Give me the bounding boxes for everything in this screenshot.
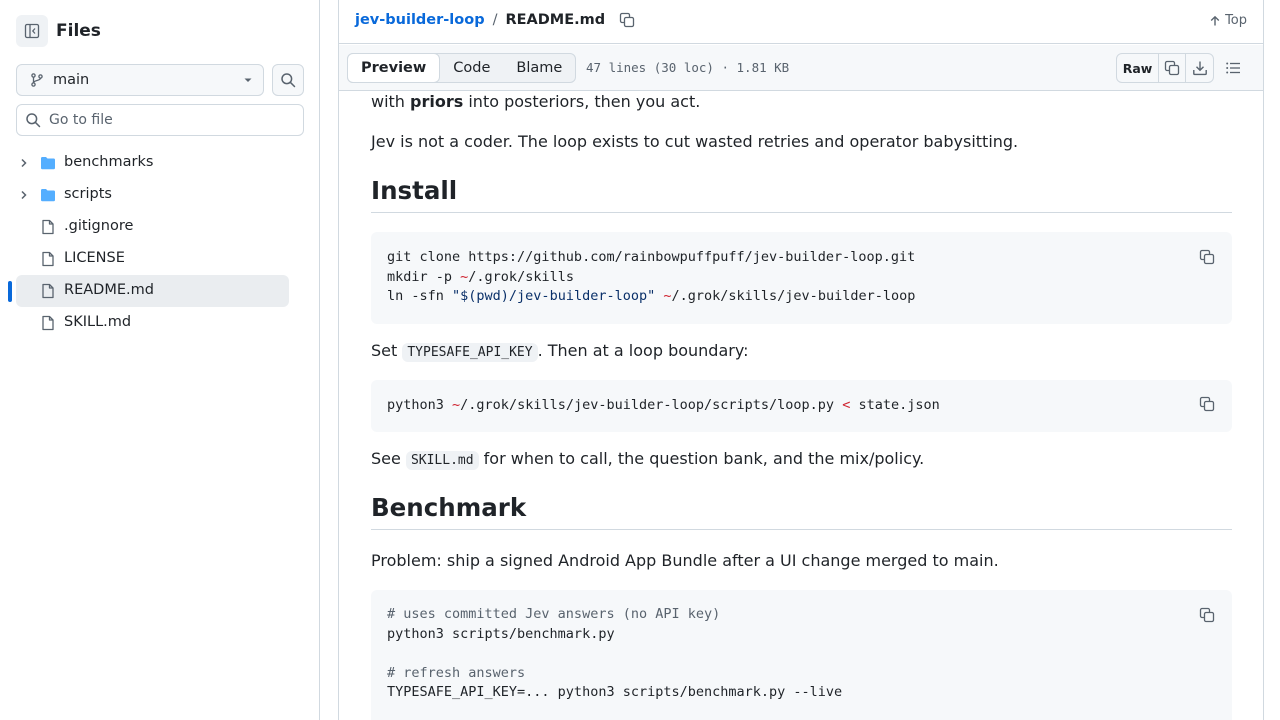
view-mode-switcher: Preview Code Blame — [347, 52, 577, 83]
git-branch-icon — [31, 73, 43, 87]
file-icon — [42, 315, 54, 331]
file-path-header: jev-builder-loop / README.md Top — [339, 0, 1263, 44]
paragraph: See SKILL.md for when to call, the quest… — [371, 449, 925, 470]
heading-install: Install — [371, 176, 1232, 213]
folder-icon — [41, 189, 55, 202]
folder-icon — [41, 157, 55, 170]
tree-item-label: LICENSE — [64, 250, 125, 266]
copy-icon — [1199, 607, 1215, 623]
current-file-name: README.md — [505, 12, 606, 28]
tree-item-label: scripts — [64, 186, 112, 202]
caret-down-icon — [244, 78, 252, 82]
collapse-sidebar-button[interactable] — [16, 15, 48, 47]
download-button[interactable] — [1186, 54, 1213, 82]
tab-blame[interactable]: Blame — [503, 54, 575, 82]
outline-button[interactable] — [1219, 57, 1247, 79]
tree-item-gitignore[interactable]: .gitignore — [0, 211, 320, 243]
file-tree-sidebar: Files main benchmarks scripts .gitignore… — [0, 0, 320, 720]
search-icon — [281, 73, 296, 88]
chevron-right-icon[interactable] — [18, 189, 30, 201]
sidebar-header: Files — [16, 15, 101, 47]
copy-icon — [1199, 396, 1215, 412]
go-to-file-input[interactable] — [49, 112, 289, 128]
file-actions: Raw — [1116, 53, 1214, 83]
scroll-to-top-button[interactable]: Top — [1209, 13, 1247, 28]
sidebar-title: Files — [56, 21, 101, 41]
tree-item-label: README.md — [64, 282, 154, 298]
go-to-file-field[interactable] — [16, 104, 304, 136]
file-toolbar: Preview Code Blame 47 lines (30 loc) · 1… — [339, 45, 1263, 91]
selected-indicator — [8, 281, 12, 302]
code-text: python3 ~/.grok/skills/jev-builder-loop/… — [387, 397, 940, 413]
branch-selector[interactable]: main — [16, 64, 264, 96]
file-icon — [42, 283, 54, 299]
file-icon — [42, 219, 54, 235]
code-text: # uses committed Jev answers (no API key… — [387, 606, 843, 701]
tree-item-skill[interactable]: SKILL.md — [0, 307, 320, 339]
copy-icon — [619, 12, 635, 28]
tab-preview[interactable]: Preview — [347, 52, 441, 83]
download-icon — [1192, 61, 1207, 76]
paragraph: Set TYPESAFE_API_KEY. Then at a loop bou… — [371, 341, 749, 362]
tree-item-scripts[interactable]: scripts — [0, 179, 320, 211]
file-icon — [42, 251, 54, 267]
copy-icon — [1164, 60, 1180, 76]
tree-item-benchmarks[interactable]: benchmarks — [0, 147, 320, 179]
copy-path-button[interactable] — [619, 12, 635, 28]
arrow-up-icon — [1210, 15, 1220, 25]
inline-code: TYPESAFE_API_KEY — [402, 343, 538, 362]
tree-item-readme[interactable]: README.md — [0, 275, 320, 307]
paragraph: Jev is not a coder. The loop exists to c… — [371, 132, 1019, 151]
tree-item-label: .gitignore — [64, 218, 134, 234]
sidebar-collapse-icon — [24, 23, 40, 39]
paragraph: with priors into posteriors, then you ac… — [371, 92, 701, 111]
heading-benchmark: Benchmark — [371, 493, 1232, 530]
file-info: 47 lines (30 loc) · 1.81 KB — [586, 60, 790, 75]
file-viewer: with priors into posteriors, then you ac… — [338, 0, 1264, 720]
code-block-install: git clone https://github.com/rainbowpuff… — [371, 232, 1232, 324]
search-files-button[interactable] — [272, 64, 304, 96]
code-text: git clone https://github.com/rainbowpuff… — [387, 249, 916, 305]
chevron-right-icon[interactable] — [18, 157, 30, 169]
file-tree: benchmarks scripts .gitignore LICENSE RE… — [0, 147, 320, 339]
search-icon — [26, 113, 41, 128]
breadcrumb: jev-builder-loop / README.md — [355, 12, 635, 28]
copy-raw-button[interactable] — [1159, 54, 1186, 82]
copy-code-button[interactable] — [1196, 393, 1218, 415]
copy-code-button[interactable] — [1196, 604, 1218, 626]
paragraph: Problem: ship a signed Android App Bundl… — [371, 551, 999, 570]
copy-icon — [1199, 249, 1215, 265]
tree-item-license[interactable]: LICENSE — [0, 243, 320, 275]
branch-name: main — [53, 72, 90, 88]
inline-code: SKILL.md — [405, 451, 479, 470]
tree-item-label: benchmarks — [64, 154, 154, 170]
repo-link[interactable]: jev-builder-loop — [355, 12, 485, 28]
raw-button[interactable]: Raw — [1117, 54, 1159, 82]
list-unordered-icon — [1226, 62, 1240, 74]
copy-code-button[interactable] — [1196, 246, 1218, 268]
top-label: Top — [1225, 13, 1247, 28]
code-block-run: python3 ~/.grok/skills/jev-builder-loop/… — [371, 380, 1232, 432]
code-block-benchmark: # uses committed Jev answers (no API key… — [371, 590, 1232, 720]
tab-code[interactable]: Code — [440, 54, 503, 82]
tree-item-label: SKILL.md — [64, 314, 132, 330]
breadcrumb-separator: / — [492, 12, 498, 28]
